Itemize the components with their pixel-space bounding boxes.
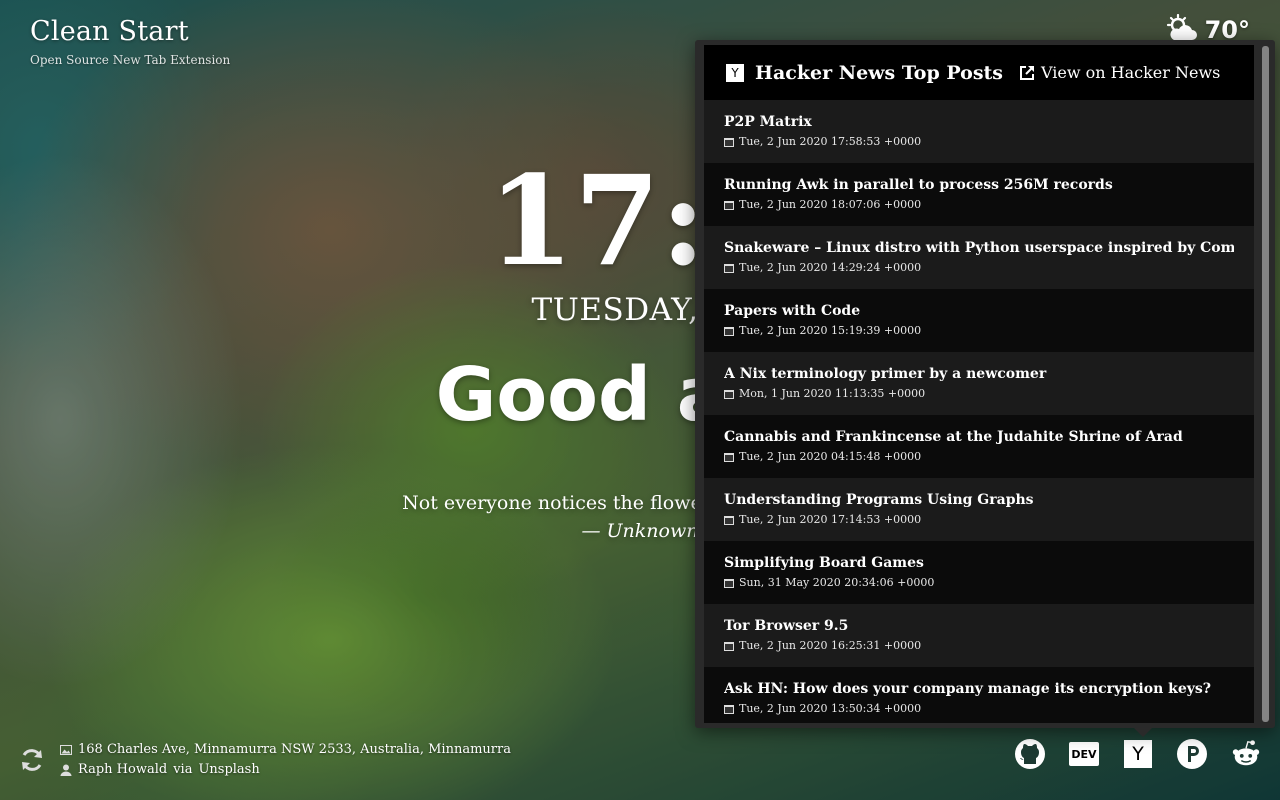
- post-item[interactable]: A Nix terminology primer by a newcomer M…: [704, 352, 1254, 415]
- post-date: Tue, 2 Jun 2020 04:15:48 +0000: [724, 450, 1234, 463]
- site-shortcuts: DEV Y: [1014, 738, 1262, 770]
- post-date-text: Sun, 31 May 2020 20:34:06 +0000: [739, 576, 935, 589]
- post-date: Mon, 1 Jun 2020 11:13:35 +0000: [724, 387, 1234, 400]
- reddit-button[interactable]: [1230, 738, 1262, 770]
- photo-location[interactable]: 168 Charles Ave, Minnamurra NSW 2533, Au…: [78, 740, 511, 760]
- post-item[interactable]: Understanding Programs Using Graphs Tue,…: [704, 478, 1254, 541]
- post-item[interactable]: Tor Browser 9.5 Tue, 2 Jun 2020 16:25:31…: [704, 604, 1254, 667]
- post-item[interactable]: Ask HN: How does your company manage its…: [704, 667, 1254, 723]
- calendar-icon: [724, 452, 734, 462]
- panel-scrollbar[interactable]: [1262, 46, 1269, 722]
- photographer-line: Raph Howald via Unsplash: [60, 760, 511, 780]
- calendar-icon: [724, 515, 734, 525]
- post-date: Tue, 2 Jun 2020 17:14:53 +0000: [724, 513, 1234, 526]
- calendar-icon: [724, 200, 734, 210]
- unsplash-link[interactable]: Unsplash: [198, 760, 259, 780]
- post-date-text: Mon, 1 Jun 2020 11:13:35 +0000: [739, 387, 926, 400]
- post-date-text: Tue, 2 Jun 2020 17:14:53 +0000: [739, 513, 922, 526]
- post-item[interactable]: Simplifying Board Games Sun, 31 May 2020…: [704, 541, 1254, 604]
- panel-title: Hacker News Top Posts: [755, 61, 1003, 84]
- post-date: Tue, 2 Jun 2020 16:25:31 +0000: [724, 639, 1234, 652]
- post-item[interactable]: Running Awk in parallel to process 256M …: [704, 163, 1254, 226]
- calendar-icon: [724, 263, 734, 273]
- calendar-icon: [724, 326, 734, 336]
- post-date-text: Tue, 2 Jun 2020 04:15:48 +0000: [739, 450, 922, 463]
- reddit-icon: [1232, 740, 1260, 766]
- post-title: A Nix terminology primer by a newcomer: [724, 366, 1047, 382]
- post-item[interactable]: P2P Matrix Tue, 2 Jun 2020 17:58:53 +000…: [704, 100, 1254, 163]
- view-on-hacker-news-link[interactable]: View on Hacker News: [1019, 63, 1220, 82]
- product-hunt-icon: [1177, 739, 1207, 769]
- post-date-text: Tue, 2 Jun 2020 15:19:39 +0000: [739, 324, 922, 337]
- calendar-icon: [724, 641, 734, 651]
- post-title: Papers with Code: [724, 303, 861, 319]
- post-date: Tue, 2 Jun 2020 14:29:24 +0000: [724, 261, 1234, 274]
- product-hunt-button[interactable]: [1176, 738, 1208, 770]
- post-date: Tue, 2 Jun 2020 18:07:06 +0000: [724, 198, 1234, 211]
- panel-pointer: [1134, 728, 1152, 737]
- hacker-news-button[interactable]: Y: [1122, 738, 1154, 770]
- post-list: P2P Matrix Tue, 2 Jun 2020 17:58:53 +000…: [704, 100, 1254, 723]
- external-link-icon: [1019, 65, 1034, 80]
- post-title: Cannabis and Frankincense at the Judahit…: [724, 429, 1183, 445]
- post-title: Understanding Programs Using Graphs: [724, 492, 1034, 508]
- post-date-text: Tue, 2 Jun 2020 17:58:53 +0000: [739, 135, 922, 148]
- post-item[interactable]: Cannabis and Frankincense at the Judahit…: [704, 415, 1254, 478]
- refresh-icon: [22, 749, 42, 771]
- panel-scroll-thumb[interactable]: [1262, 46, 1269, 722]
- location-line: 168 Charles Ave, Minnamurra NSW 2533, Au…: [60, 740, 511, 760]
- dev-button[interactable]: DEV: [1068, 738, 1100, 770]
- refresh-background-button[interactable]: [18, 746, 46, 774]
- brand-title: Clean Start: [30, 16, 189, 47]
- brand-subtitle: Open Source New Tab Extension: [30, 53, 231, 67]
- post-title: P2P Matrix: [724, 114, 812, 130]
- post-date-text: Tue, 2 Jun 2020 13:50:34 +0000: [739, 702, 922, 715]
- post-date: Tue, 2 Jun 2020 17:58:53 +0000: [724, 135, 1234, 148]
- github-button[interactable]: [1014, 738, 1046, 770]
- post-item[interactable]: Papers with Code Tue, 2 Jun 2020 15:19:3…: [704, 289, 1254, 352]
- post-date-text: Tue, 2 Jun 2020 18:07:06 +0000: [739, 198, 922, 211]
- via-text: via: [173, 762, 193, 777]
- post-title: Ask HN: How does your company manage its…: [724, 681, 1211, 697]
- image-icon: [60, 745, 72, 755]
- calendar-icon: [724, 137, 734, 147]
- post-date-text: Tue, 2 Jun 2020 16:25:31 +0000: [739, 639, 922, 652]
- photographer-link[interactable]: Raph Howald: [78, 760, 167, 780]
- view-link-label: View on Hacker News: [1040, 63, 1221, 82]
- hacker-news-logo-icon: Y: [726, 63, 744, 82]
- post-item[interactable]: Snakeware – Linux distro with Python use…: [704, 226, 1254, 289]
- post-title: Tor Browser 9.5: [724, 618, 849, 634]
- calendar-icon: [724, 704, 734, 714]
- dev-icon: DEV: [1069, 742, 1099, 766]
- post-date-text: Tue, 2 Jun 2020 14:29:24 +0000: [739, 261, 922, 274]
- panel-header: Y Hacker News Top Posts View on Hacker N…: [704, 45, 1254, 100]
- post-date: Tue, 2 Jun 2020 15:19:39 +0000: [724, 324, 1234, 337]
- user-icon: [60, 764, 72, 776]
- calendar-icon: [724, 578, 734, 588]
- hacker-news-panel: Y Hacker News Top Posts View on Hacker N…: [695, 40, 1275, 728]
- post-date: Tue, 2 Jun 2020 13:50:34 +0000: [724, 702, 1234, 715]
- photo-credits: 168 Charles Ave, Minnamurra NSW 2533, Au…: [18, 740, 511, 780]
- github-icon: [1015, 739, 1045, 769]
- brand: Clean Start Open Source New Tab Extensio…: [30, 16, 230, 67]
- calendar-icon: [724, 389, 734, 399]
- post-title: Simplifying Board Games: [724, 555, 924, 571]
- post-date: Sun, 31 May 2020 20:34:06 +0000: [724, 576, 1234, 589]
- post-title: Running Awk in parallel to process 256M …: [724, 177, 1113, 193]
- post-title: Snakeware – Linux distro with Python use…: [724, 240, 1234, 256]
- hacker-news-icon: Y: [1124, 740, 1152, 768]
